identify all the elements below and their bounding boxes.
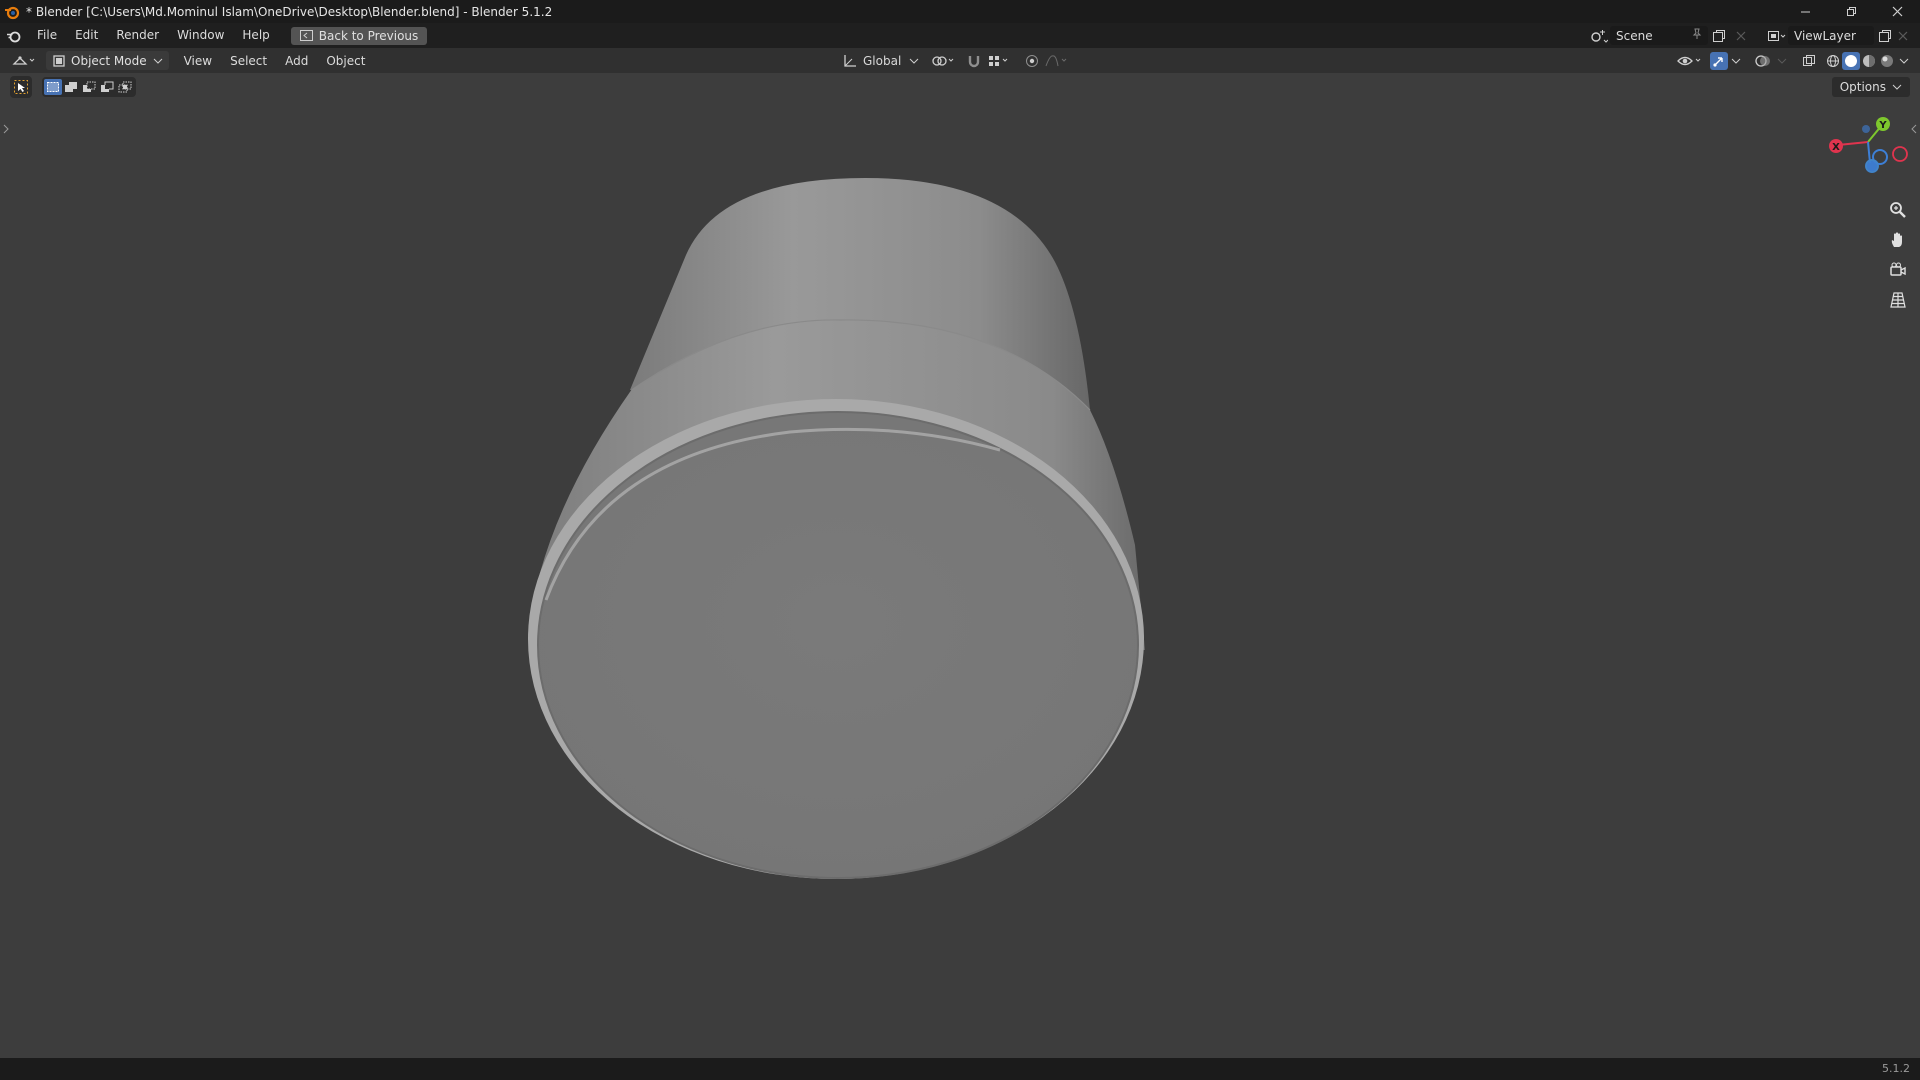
gizmo-y-axis[interactable]: Y	[1876, 117, 1890, 131]
version-label: 5.1.2	[1882, 1062, 1910, 1075]
options-dropdown[interactable]: Options	[1831, 77, 1910, 97]
svg-text:Y: Y	[1878, 120, 1887, 131]
cylinder-object[interactable]	[528, 178, 1145, 879]
camera-icon[interactable]	[1884, 256, 1912, 284]
gizmo-z-axis[interactable]	[1865, 159, 1879, 173]
tool-settings-row	[10, 76, 136, 98]
grid-perspective-icon[interactable]	[1884, 286, 1912, 314]
chevron-down-icon	[1892, 84, 1902, 90]
options-label: Options	[1839, 80, 1886, 94]
select-mode-new-icon[interactable]	[44, 79, 62, 95]
select-mode-extend-icon[interactable]	[62, 79, 80, 95]
select-tool-icon[interactable]	[10, 76, 32, 98]
viewport-canvas[interactable]	[0, 0, 1920, 1058]
select-mode-invert-icon[interactable]	[98, 79, 116, 95]
svg-text:X: X	[1832, 142, 1840, 153]
zoom-icon[interactable]	[1884, 196, 1912, 224]
gizmo-x-axis[interactable]: X	[1829, 139, 1843, 153]
status-bar: 5.1.2	[0, 1058, 1920, 1080]
toolbar-expand-arrow-icon[interactable]	[2, 124, 10, 137]
select-mode-intersect-icon[interactable]	[116, 79, 134, 95]
gizmo-neg-x-icon[interactable]	[1892, 146, 1908, 162]
hand-pan-icon[interactable]	[1884, 226, 1912, 254]
selection-mode-group	[42, 77, 136, 97]
navigation-gizmo[interactable]: Y X	[1820, 110, 1920, 190]
select-mode-subtract-icon[interactable]	[80, 79, 98, 95]
